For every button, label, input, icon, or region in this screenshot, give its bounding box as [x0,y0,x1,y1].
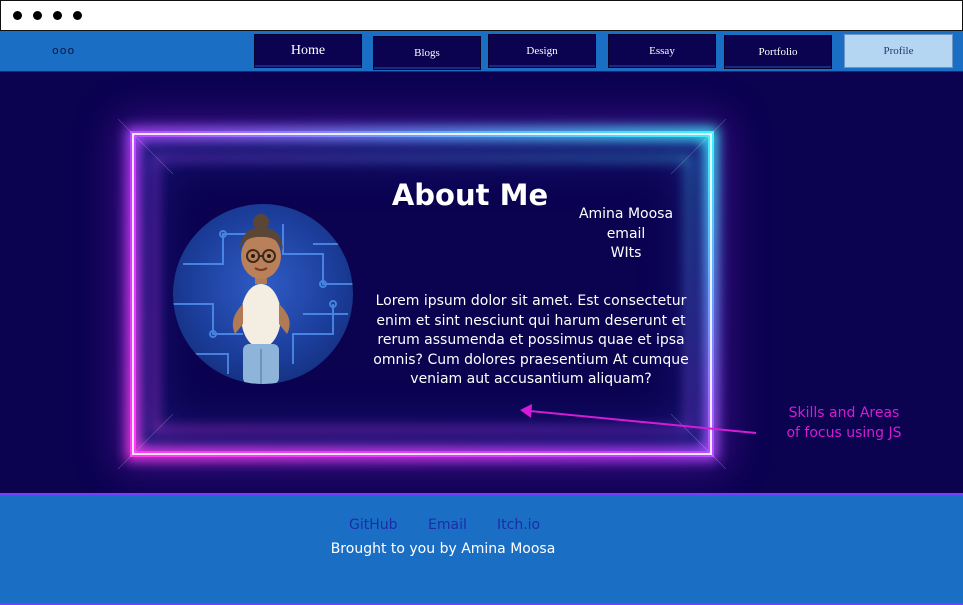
footer: GitHub Email Itch.io Brought to you by A… [0,493,963,605]
footer-credit: Brought to you by Amina Moosa [330,541,556,557]
footer-link-email[interactable]: Email [428,517,467,533]
skills-annotation: Skills and Areas of focus using JS [786,405,902,441]
footer-link-github[interactable]: GitHub [349,517,398,533]
footer-link-itch[interactable]: Itch.io [497,517,540,533]
